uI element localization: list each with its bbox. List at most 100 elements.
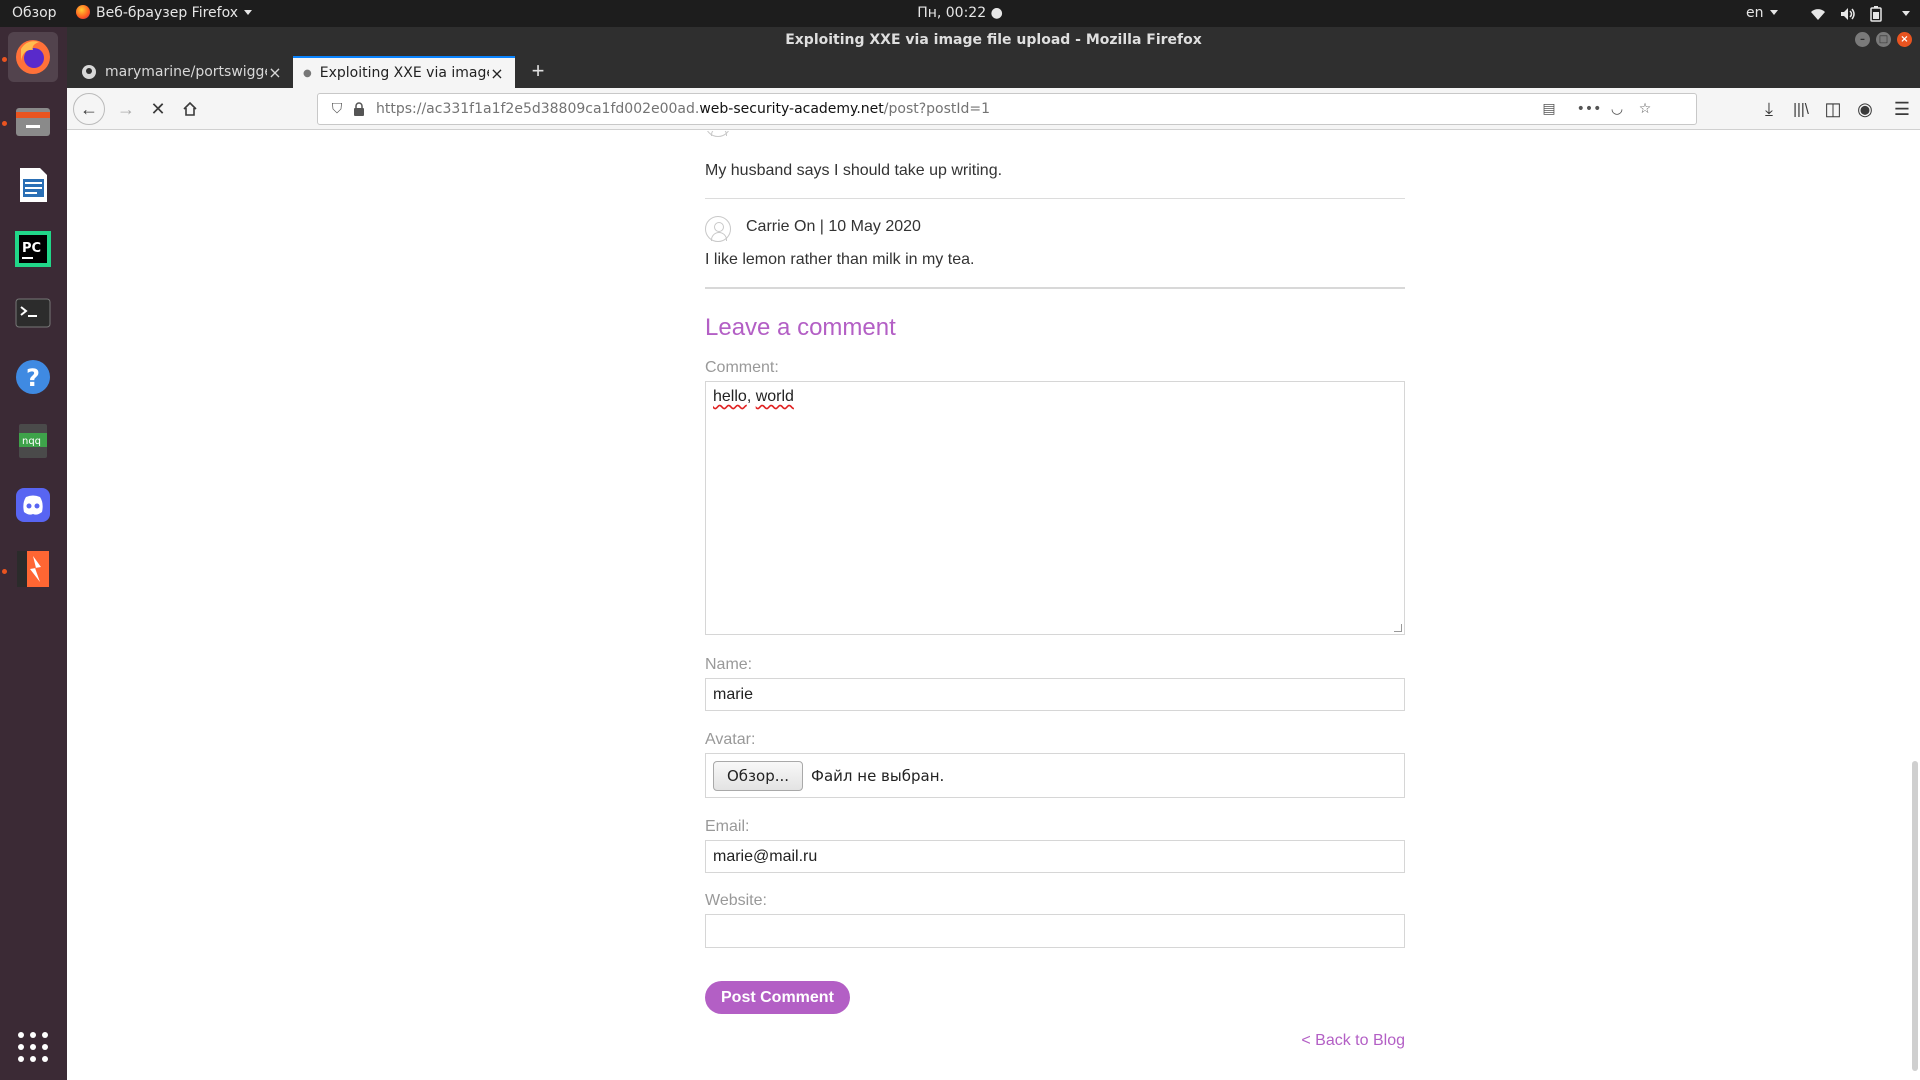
window-titlebar[interactable]: Exploiting XXE via image file upload - M… — [67, 27, 1920, 53]
running-indicator-icon — [2, 569, 7, 574]
user-avatar-icon — [705, 131, 731, 137]
lock-icon[interactable] — [348, 94, 370, 124]
wifi-icon — [1811, 8, 1825, 20]
loading-dot-icon: ● — [303, 67, 312, 79]
arrow-left-icon: ← — [80, 98, 98, 119]
running-indicator-icon — [2, 57, 7, 62]
ubuntu-dock: PC ? nqq — [0, 27, 67, 1080]
activities-button[interactable]: Обзор — [12, 0, 57, 27]
app-grid-icon — [18, 1032, 48, 1062]
url-bar[interactable]: ⛉ https://ac331f1a1f2e5d38809ca1fd002e00… — [317, 93, 1697, 125]
comment-separator: , — [746, 388, 756, 405]
menu-button[interactable]: ☰ — [1887, 94, 1917, 124]
firefox-icon — [16, 40, 50, 74]
gnome-top-bar: Обзор Веб-браузер Firefox Пн, 00:22 ● en — [0, 0, 1920, 27]
reader-view-icon[interactable]: ▤ — [1538, 94, 1560, 124]
pocket-icon[interactable]: ◡ — [1606, 94, 1628, 124]
dock-burp[interactable] — [8, 544, 58, 594]
battery-icon — [1870, 5, 1882, 22]
account-button[interactable]: ◉ — [1850, 94, 1880, 124]
tab-title: Exploiting XXE via image file upload — [319, 65, 489, 81]
website-label: Website: — [705, 892, 767, 909]
app-menu[interactable]: Веб-браузер Firefox — [76, 0, 253, 27]
downloads-button[interactable]: ⤓ — [1754, 94, 1784, 124]
comment-label: Comment: — [705, 359, 779, 376]
website-input[interactable] — [705, 914, 1405, 948]
chevron-down-icon — [1902, 11, 1910, 16]
dock-pycharm[interactable]: PC — [8, 224, 58, 274]
maximize-button[interactable]: □ — [1876, 32, 1891, 47]
arrow-right-icon: → — [117, 98, 135, 119]
stop-button[interactable]: ✕ — [143, 94, 173, 124]
terminal-icon — [15, 298, 51, 328]
tab-active[interactable]: ● Exploiting XXE via image file upload × — [293, 56, 515, 88]
url-text[interactable]: https://ac331f1a1f2e5d38809ca1fd002e00ad… — [376, 94, 990, 124]
minimize-button[interactable]: – — [1855, 32, 1870, 47]
pycharm-icon: PC — [15, 231, 51, 267]
browse-file-button[interactable]: Обзор... — [713, 760, 804, 791]
dock-help[interactable]: ? — [8, 352, 58, 402]
comment-author-date: Carrie On | 10 May 2020 — [746, 218, 921, 235]
help-icon: ? — [16, 360, 50, 394]
resize-handle-icon[interactable] — [1394, 624, 1402, 632]
scrollbar-thumb[interactable] — [1912, 761, 1918, 1071]
window-controls: – □ × — [1855, 32, 1912, 47]
chevron-down-icon — [244, 10, 253, 15]
dock-discord[interactable] — [8, 480, 58, 530]
sidebar-button[interactable]: ◫ — [1818, 94, 1848, 124]
page-actions-icon[interactable]: ••• — [1577, 94, 1602, 124]
home-button[interactable] — [175, 94, 205, 124]
dock-terminal[interactable] — [8, 288, 58, 338]
hamburger-menu-icon: ☰ — [1893, 98, 1911, 119]
stop-icon: ✕ — [150, 98, 166, 119]
sidebar-icon: ◫ — [1824, 98, 1842, 119]
file-status-text: Файл не выбран. — [811, 766, 945, 785]
svg-text:PC: PC — [22, 241, 41, 256]
svg-text:?: ? — [26, 364, 40, 392]
bookmark-star-icon[interactable]: ☆ — [1634, 94, 1656, 124]
comment-text: I like lemon rather than milk in my tea. — [705, 251, 975, 268]
window-title: Exploiting XXE via image file upload - M… — [785, 32, 1202, 48]
avatar-label: Avatar: — [705, 731, 756, 748]
account-icon: ◉ — [1857, 98, 1873, 119]
tracking-shield-icon[interactable]: ⛉ — [326, 94, 348, 124]
library-icon: |||\ — [1793, 100, 1809, 118]
back-button[interactable]: ← — [73, 93, 105, 125]
tab-github[interactable]: marymarine/portswigger × — [71, 56, 293, 88]
post-comment-button[interactable]: Post Comment — [705, 981, 850, 1014]
library-button[interactable]: |||\ — [1786, 94, 1816, 124]
firefox-icon — [76, 5, 90, 19]
close-tab-icon[interactable]: × — [489, 64, 505, 83]
download-icon: ⤓ — [1765, 98, 1773, 119]
system-tray[interactable] — [1810, 0, 1910, 27]
name-input[interactable]: marie — [705, 678, 1405, 711]
file-manager-icon — [16, 108, 50, 136]
back-to-blog-link[interactable]: < Back to Blog — [1233, 1032, 1405, 1050]
url-prefix: https://ac331f1a1f2e5d38809ca1fd002e00ad… — [376, 101, 700, 117]
dock-firefox[interactable] — [8, 32, 58, 82]
clock-label[interactable]: Пн, 00:22 — [917, 5, 986, 21]
dock-files[interactable] — [8, 96, 58, 146]
close-tab-icon[interactable]: × — [267, 63, 283, 82]
comment-word: hello — [713, 388, 747, 405]
app-menu-label: Веб-браузер Firefox — [96, 5, 239, 21]
navigation-toolbar: ← → ✕ ⛉ https://ac331f1a1f2e5d38809ca1fd… — [67, 88, 1920, 130]
name-label: Name: — [705, 656, 753, 673]
new-tab-button[interactable]: + — [523, 56, 553, 88]
dock-nqq[interactable]: nqq — [8, 416, 58, 466]
running-indicator-icon — [2, 121, 7, 126]
language-indicator[interactable]: en — [1746, 0, 1778, 27]
close-button[interactable]: × — [1897, 32, 1912, 47]
forward-button[interactable]: → — [111, 94, 141, 124]
dock-writer[interactable] — [8, 160, 58, 210]
divider — [705, 287, 1405, 289]
email-input[interactable]: marie@mail.ru — [705, 840, 1405, 873]
clock: Пн, 00:22 ● — [0, 0, 1920, 27]
divider — [705, 198, 1405, 199]
show-applications-button[interactable] — [8, 1022, 58, 1072]
page-content: My husband says I should take up writing… — [67, 131, 1920, 1080]
chevron-down-icon — [1769, 10, 1778, 15]
email-label: Email: — [705, 818, 750, 835]
comment-textarea[interactable]: hello, world — [705, 381, 1405, 635]
tab-title: marymarine/portswigger — [105, 64, 267, 80]
